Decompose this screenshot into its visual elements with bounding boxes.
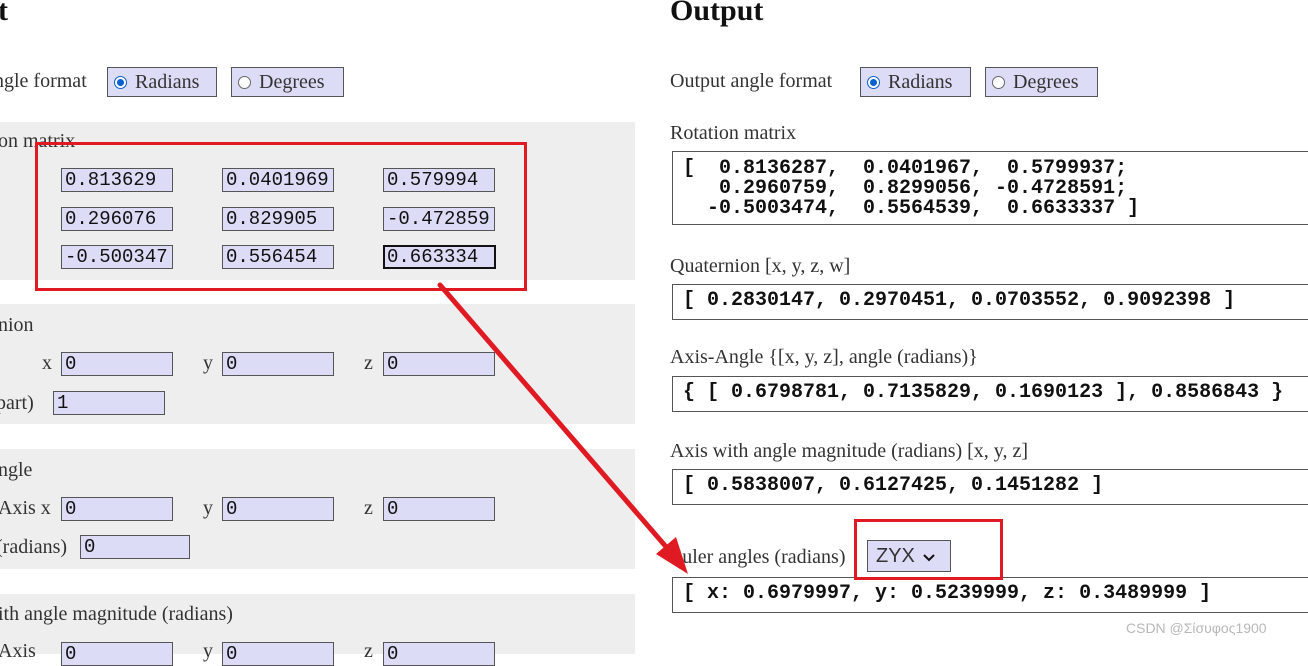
annotation-arrow [437,282,688,574]
watermark: CSDN @Σίσυφος1900 [1126,620,1267,636]
